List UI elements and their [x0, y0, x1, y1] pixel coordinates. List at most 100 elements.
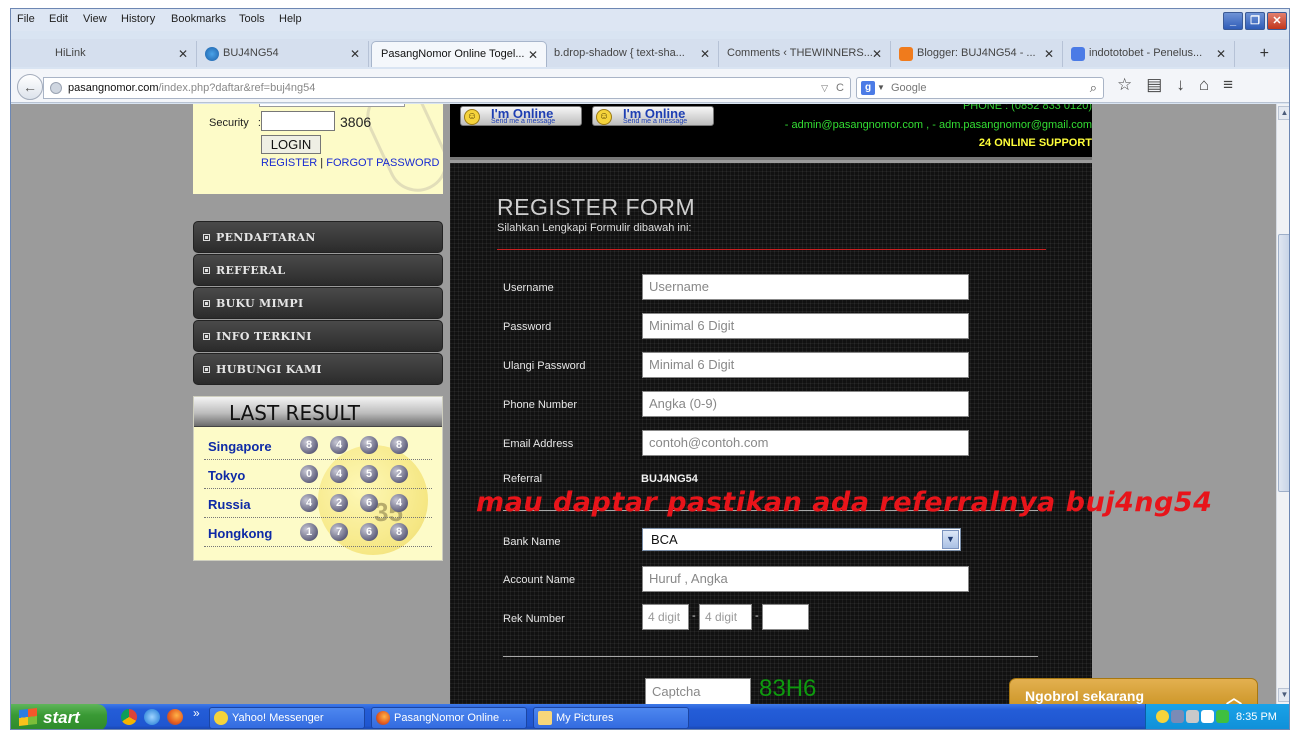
sidebar-item-pendaftaran[interactable]: PENDAFTARAN: [193, 221, 443, 253]
result-city[interactable]: Singapore: [208, 439, 272, 454]
tab-label: b.drop-shadow { text-sha...: [554, 47, 685, 59]
url-dropdown-icon[interactable]: ▽: [821, 78, 828, 98]
rek-field-2[interactable]: 4 digit: [699, 604, 752, 630]
register-link[interactable]: REGISTER: [261, 157, 317, 169]
reload-icon[interactable]: C: [836, 78, 844, 98]
tab-label: PasangNomor Online Togel...: [381, 48, 525, 60]
taskbar-item-yahoo-messenger[interactable]: Yahoo! Messenger: [209, 707, 365, 729]
section-divider: [503, 656, 1038, 657]
forgot-password-link[interactable]: FORGOT PASSWORD: [326, 157, 439, 169]
search-bar[interactable]: g ▼ Google ⌕: [856, 77, 1104, 99]
username-field[interactable]: Username: [642, 274, 969, 300]
volume-tray-icon[interactable]: [1186, 710, 1199, 723]
yahoo-tray-icon[interactable]: [1156, 710, 1169, 723]
confirm-password-field[interactable]: Minimal 6 Digit: [642, 352, 969, 378]
im-online-chip-1[interactable]: ☺ I'm Online Send me a message: [460, 106, 582, 126]
bank-select[interactable]: BCA ▼: [642, 528, 961, 551]
sidebar-item-refferal[interactable]: REFFERAL: [193, 254, 443, 286]
taskbar-item-label: Yahoo! Messenger: [232, 712, 324, 724]
menu-help[interactable]: Help: [279, 13, 302, 25]
chat-label: Ngobrol sekarang: [1025, 688, 1145, 704]
phone-field[interactable]: Angka (0-9): [642, 391, 969, 417]
captcha-field[interactable]: Captcha: [645, 678, 751, 704]
quicklaunch-overflow-icon[interactable]: »: [193, 706, 200, 720]
tab-buj4ng54[interactable]: BUJ4NG54 ✕: [199, 41, 369, 67]
tab-indototobet[interactable]: indototobet - Penelus... ✕: [1065, 41, 1235, 67]
im-online-chip-2[interactable]: ☺ I'm Online Send me a message: [592, 106, 714, 126]
chat-widget[interactable]: Ngobrol sekarang ︿: [1009, 678, 1258, 704]
browser-window: File Edit View History Bookmarks Tools H…: [10, 8, 1290, 730]
engine-dropdown-icon[interactable]: ▼: [877, 78, 885, 98]
restore-button[interactable]: ❐: [1245, 12, 1265, 30]
antivirus-tray-icon[interactable]: [1216, 710, 1229, 723]
tab-close-icon[interactable]: ✕: [1216, 47, 1226, 61]
taskbar-item-firefox[interactable]: PasangNomor Online ...: [371, 707, 527, 729]
tray-app-icon[interactable]: [1201, 710, 1214, 723]
tab-close-icon[interactable]: ✕: [700, 47, 710, 61]
email-field[interactable]: contoh@contoh.com: [642, 430, 969, 456]
menu-edit[interactable]: Edit: [49, 13, 68, 25]
tab-close-icon[interactable]: ✕: [872, 47, 882, 61]
password-field-edge[interactable]: [259, 104, 405, 107]
tab-blogger[interactable]: Blogger: BUJ4NG54 - ... ✕: [893, 41, 1063, 67]
menu-icon[interactable]: ≡: [1223, 75, 1233, 95]
new-tab-icon[interactable]: +: [1260, 45, 1269, 63]
rek-field-3[interactable]: [762, 604, 809, 630]
minimize-button[interactable]: _: [1223, 12, 1243, 30]
sidebar-item-buku-mimpi[interactable]: BUKU MIMPI: [193, 287, 443, 319]
tab-close-icon[interactable]: ✕: [350, 47, 360, 61]
downloads-icon[interactable]: ↓: [1176, 75, 1185, 95]
firefox-icon[interactable]: [167, 709, 183, 725]
menu-view[interactable]: View: [83, 13, 107, 25]
close-window-button[interactable]: ✕: [1267, 12, 1287, 30]
chevron-up-icon[interactable]: ︿: [1226, 684, 1242, 704]
tab-drop-shadow[interactable]: b.drop-shadow { text-sha... ✕: [549, 41, 719, 67]
network-tray-icon[interactable]: [1171, 710, 1184, 723]
form-title: REGISTER FORM: [497, 194, 696, 220]
menu-file[interactable]: File: [17, 13, 35, 25]
home-icon[interactable]: ⌂: [1199, 75, 1209, 95]
vertical-scrollbar[interactable]: ▲ ▼: [1276, 104, 1289, 704]
support-emails[interactable]: - admin@pasangnomor.com , - adm.pasangno…: [785, 119, 1092, 131]
last-result-header: LAST RESULT: [194, 397, 442, 427]
search-icon[interactable]: ⌕: [1090, 78, 1097, 98]
back-button[interactable]: ←: [17, 74, 43, 100]
smiley-icon: ☺: [596, 109, 612, 125]
account-name-label: Account Name: [503, 574, 576, 586]
menu-history[interactable]: History: [121, 13, 155, 25]
bookmark-star-icon[interactable]: ☆: [1117, 75, 1132, 95]
taskbar-item-my-pictures[interactable]: My Pictures: [533, 707, 689, 729]
system-tray: 8:35 PM: [1145, 704, 1289, 729]
chevron-down-icon[interactable]: ▼: [942, 530, 959, 549]
sidebar-item-hubungi-kami[interactable]: HUBUNGI KAMI: [193, 353, 443, 385]
bookmarks-menu-icon[interactable]: ▤: [1146, 75, 1162, 95]
account-name-field[interactable]: Huruf , Angka: [642, 566, 969, 592]
password-field[interactable]: Minimal 6 Digit: [642, 313, 969, 339]
tab-hilink[interactable]: HiLink ✕: [31, 41, 197, 67]
result-city[interactable]: Russia: [208, 497, 251, 512]
sidebar-item-info-terkini[interactable]: INFO TERKINI: [193, 320, 443, 352]
tab-pasangnomor[interactable]: PasangNomor Online Togel... ✕: [371, 41, 547, 67]
result-city[interactable]: Hongkong: [208, 526, 272, 541]
tab-close-icon[interactable]: ✕: [528, 48, 538, 62]
result-city[interactable]: Tokyo: [208, 468, 245, 483]
security-input[interactable]: [261, 111, 335, 131]
login-button[interactable]: LOGIN: [261, 135, 321, 154]
url-bar[interactable]: pasangnomor.com/index.php?daftar&ref=buj…: [43, 77, 851, 99]
internet-explorer-icon[interactable]: [144, 709, 160, 725]
scroll-up-icon[interactable]: ▲: [1278, 106, 1289, 120]
start-button[interactable]: start: [11, 704, 107, 729]
search-engine-icon[interactable]: g: [861, 81, 875, 95]
tab-comments[interactable]: Comments ‹ THEWINNERS... ✕: [721, 41, 891, 67]
rek-field-1[interactable]: 4 digit: [642, 604, 689, 630]
scroll-thumb[interactable]: [1278, 234, 1289, 492]
site-identity-icon[interactable]: [50, 82, 62, 94]
menu-tools[interactable]: Tools: [239, 13, 265, 25]
tab-close-icon[interactable]: ✕: [1044, 47, 1054, 61]
menu-bookmarks[interactable]: Bookmarks: [171, 13, 226, 25]
chrome-icon[interactable]: [121, 709, 137, 725]
taskbar-item-label: My Pictures: [556, 712, 614, 724]
tab-close-icon[interactable]: ✕: [178, 47, 188, 61]
scroll-down-icon[interactable]: ▼: [1278, 688, 1289, 702]
clock[interactable]: 8:35 PM: [1236, 711, 1277, 723]
